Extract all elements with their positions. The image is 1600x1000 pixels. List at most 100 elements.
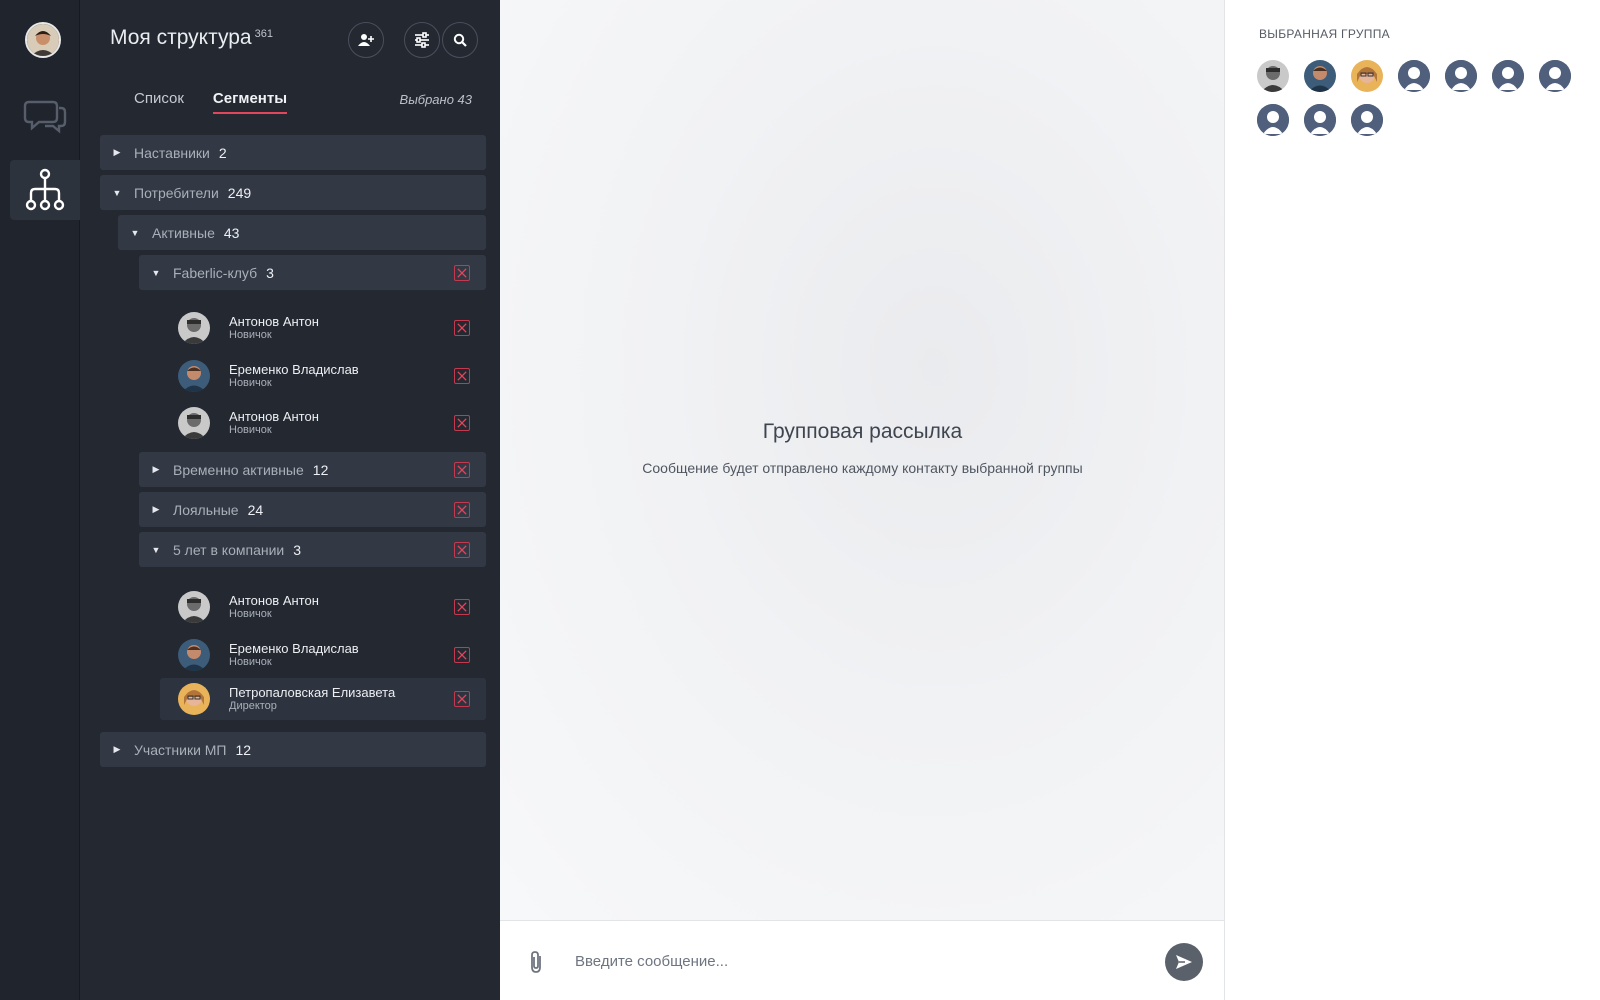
generic-avatar-icon[interactable] — [1539, 60, 1571, 92]
avatar[interactable] — [1257, 60, 1289, 92]
message-area: Групповая рассылка Сообщение будет отпра… — [500, 0, 1225, 920]
avatar — [178, 591, 210, 623]
generic-avatar-icon[interactable] — [1398, 60, 1430, 92]
add-user-button[interactable] — [348, 22, 384, 58]
tab-list[interactable]: Список — [134, 90, 184, 114]
expand-arrow-icon[interactable]: ▶ — [100, 744, 134, 755]
generic-avatar-icon[interactable] — [1351, 104, 1383, 136]
panel-title: ВЫБРАННАЯ ГРУППА — [1259, 27, 1390, 41]
member-name: Еременко Владислав — [229, 641, 359, 656]
message-composer — [500, 920, 1225, 1000]
member-role: Новичок — [229, 608, 272, 620]
send-icon — [1176, 955, 1192, 969]
generic-avatar-icon[interactable] — [1304, 104, 1336, 136]
remove-segment-button[interactable] — [454, 264, 470, 281]
member-name: Антонов Антон — [229, 314, 319, 329]
avatar — [178, 407, 210, 439]
avatar — [178, 639, 210, 671]
structure-icon[interactable] — [10, 160, 80, 220]
segment-temp-active[interactable]: ▶ Временно активные 12 — [139, 452, 486, 487]
remove-member-button[interactable] — [454, 415, 470, 431]
remove-member-button[interactable] — [454, 599, 470, 615]
member-row[interactable]: Антонов Антон Новичок — [178, 402, 486, 444]
segment-mentors[interactable]: ▶ Наставники 2 — [100, 135, 486, 170]
segment-count: 3 — [266, 264, 274, 281]
generic-avatar-icon[interactable] — [1445, 60, 1477, 92]
segment-name: Участники МП — [134, 741, 227, 758]
segment-count: 3 — [293, 541, 302, 558]
sliders-icon — [415, 32, 429, 48]
user-avatar[interactable] — [25, 22, 61, 58]
member-row[interactable]: Еременко Владислав Новичок — [178, 355, 486, 397]
filter-button[interactable] — [404, 22, 440, 58]
member-name: Антонов Антон — [229, 593, 319, 608]
collapse-arrow-icon[interactable]: ▼ — [118, 228, 152, 238]
left-rail — [0, 0, 80, 1000]
search-icon — [453, 33, 467, 47]
collapse-arrow-icon[interactable]: ▼ — [139, 545, 173, 555]
member-name: Антонов Антон — [229, 409, 319, 424]
segment-count: 249 — [227, 184, 252, 201]
view-tabs: Список Сегменты — [134, 90, 287, 114]
collapse-arrow-icon[interactable]: ▼ — [139, 268, 173, 278]
selected-group-panel: ВЫБРАННАЯ ГРУППА — [1225, 0, 1600, 1000]
remove-member-button[interactable] — [454, 368, 470, 384]
segment-name: Лояльные — [173, 501, 239, 518]
page-title: Моя структура 361 — [110, 26, 273, 50]
title-text: Моя структура — [110, 26, 252, 49]
segment-count: 12 — [235, 741, 252, 758]
segment-count: 43 — [223, 224, 240, 241]
member-row[interactable]: Антонов Антон Новичок — [178, 586, 486, 628]
selected-count: Выбрано 43 — [399, 92, 472, 107]
search-button[interactable] — [442, 22, 478, 58]
message-input[interactable] — [575, 947, 1135, 975]
member-row[interactable]: Еременко Владислав Новичок — [178, 634, 486, 676]
add-user-icon — [358, 34, 374, 46]
remove-member-button[interactable] — [454, 647, 470, 663]
remove-member-button[interactable] — [454, 320, 470, 336]
member-row-highlighted[interactable]: Петропаловская Елизавета Директор — [160, 678, 486, 720]
segment-name: 5 лет в компании — [173, 541, 285, 558]
segment-loyal[interactable]: ▶ Лояльные 24 — [139, 492, 486, 527]
paperclip-icon[interactable] — [528, 950, 544, 979]
broadcast-title: Групповая рассылка — [762, 420, 963, 443]
expand-arrow-icon[interactable]: ▶ — [100, 147, 134, 158]
generic-avatar-icon[interactable] — [1257, 104, 1289, 136]
generic-avatar-icon[interactable] — [1492, 60, 1524, 92]
broadcast-subtitle: Сообщение будет отправлено каждому конта… — [642, 460, 1083, 476]
collapse-arrow-icon[interactable]: ▼ — [100, 188, 134, 198]
segment-count: 2 — [218, 144, 227, 161]
remove-segment-button[interactable] — [454, 461, 470, 478]
member-row[interactable]: Антонов Антон Новичок — [178, 307, 486, 349]
segment-mp-members[interactable]: ▶ Участники МП 12 — [100, 732, 486, 767]
member-name: Еременко Владислав — [229, 362, 359, 377]
remove-segment-button[interactable] — [454, 541, 470, 558]
expand-arrow-icon[interactable]: ▶ — [139, 504, 173, 515]
member-role: Новичок — [229, 424, 272, 436]
segment-active[interactable]: ▼ Активные 43 — [118, 215, 486, 250]
segment-name: Потребители — [134, 184, 219, 201]
remove-segment-button[interactable] — [454, 501, 470, 518]
segment-consumers[interactable]: ▼ Потребители 249 — [100, 175, 486, 210]
expand-arrow-icon[interactable]: ▶ — [139, 464, 173, 475]
structure-sidebar: Моя структура 361 Список Сегменты Выбрано… — [80, 0, 500, 1000]
member-name: Петропаловская Елизавета — [229, 685, 396, 700]
avatar[interactable] — [1351, 60, 1383, 92]
remove-member-button[interactable] — [454, 691, 470, 707]
member-role: Новичок — [229, 656, 272, 668]
avatar — [178, 360, 210, 392]
send-button[interactable] — [1165, 943, 1203, 981]
segment-faberlic-club[interactable]: ▼ Faberlic-клуб 3 — [139, 255, 486, 290]
segment-name: Временно активные — [173, 461, 304, 478]
member-role: Новичок — [229, 377, 272, 389]
title-count: 361 — [254, 28, 273, 40]
avatar[interactable] — [1304, 60, 1336, 92]
member-role: Новичок — [229, 329, 272, 341]
avatar — [178, 312, 210, 344]
segment-five-years[interactable]: ▼ 5 лет в компании 3 — [139, 532, 486, 567]
avatar — [178, 683, 210, 715]
chat-icon[interactable] — [10, 84, 80, 144]
segment-count: 12 — [312, 461, 329, 478]
member-role: Директор — [229, 700, 277, 712]
tab-segments[interactable]: Сегменты — [212, 90, 287, 114]
